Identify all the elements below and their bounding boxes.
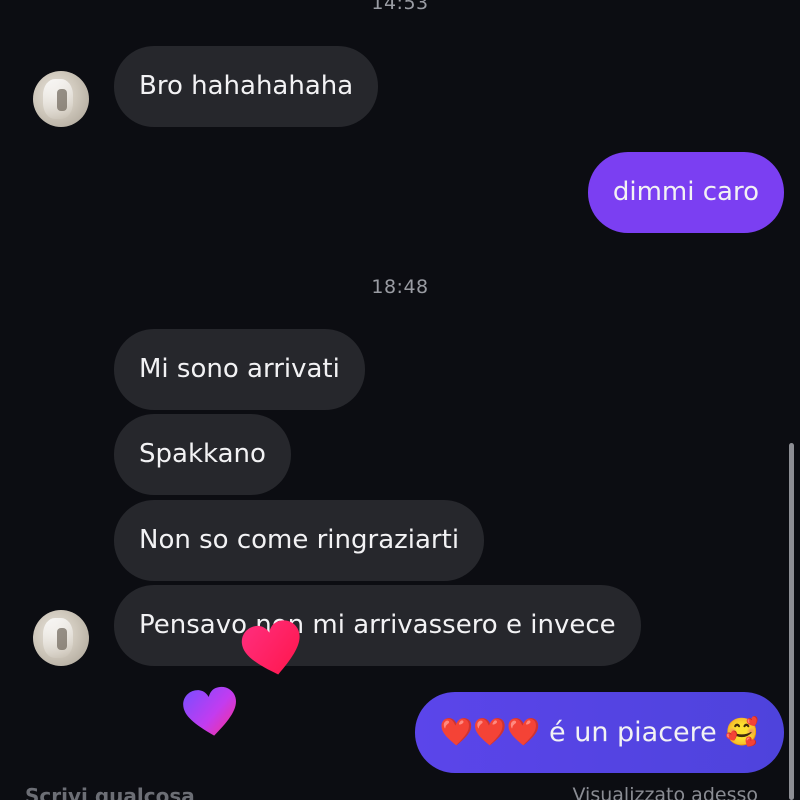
heart-icon: [183, 686, 236, 736]
seen-status: Visualizzato adesso: [572, 784, 758, 800]
timestamp: 14:53: [371, 0, 429, 14]
outgoing-message-bubble[interactable]: ❤️❤️❤️ é un piacere 🥰: [414, 692, 784, 773]
contact-avatar[interactable]: [33, 71, 89, 127]
incoming-message-bubble[interactable]: Spakkano: [114, 414, 291, 495]
timestamp: 18:48: [371, 276, 429, 298]
outgoing-message-bubble[interactable]: dimmi caro: [587, 152, 784, 233]
message-input[interactable]: Scrivi qualcosa: [25, 784, 195, 800]
incoming-message-bubble[interactable]: Bro hahahahaha: [114, 46, 379, 127]
incoming-message-bubble[interactable]: Pensavo non mi arrivassero e invece: [114, 585, 641, 666]
contact-avatar[interactable]: [33, 610, 89, 666]
incoming-message-bubble[interactable]: Non so come ringraziarti: [114, 500, 485, 581]
heart-icon: [241, 620, 300, 675]
chat-screen: 14:53 Bro hahahahaha dimmi caro 18:48 Mi…: [0, 0, 800, 800]
scrollbar[interactable]: [789, 443, 794, 800]
incoming-message-bubble[interactable]: Mi sono arrivati: [114, 329, 365, 410]
